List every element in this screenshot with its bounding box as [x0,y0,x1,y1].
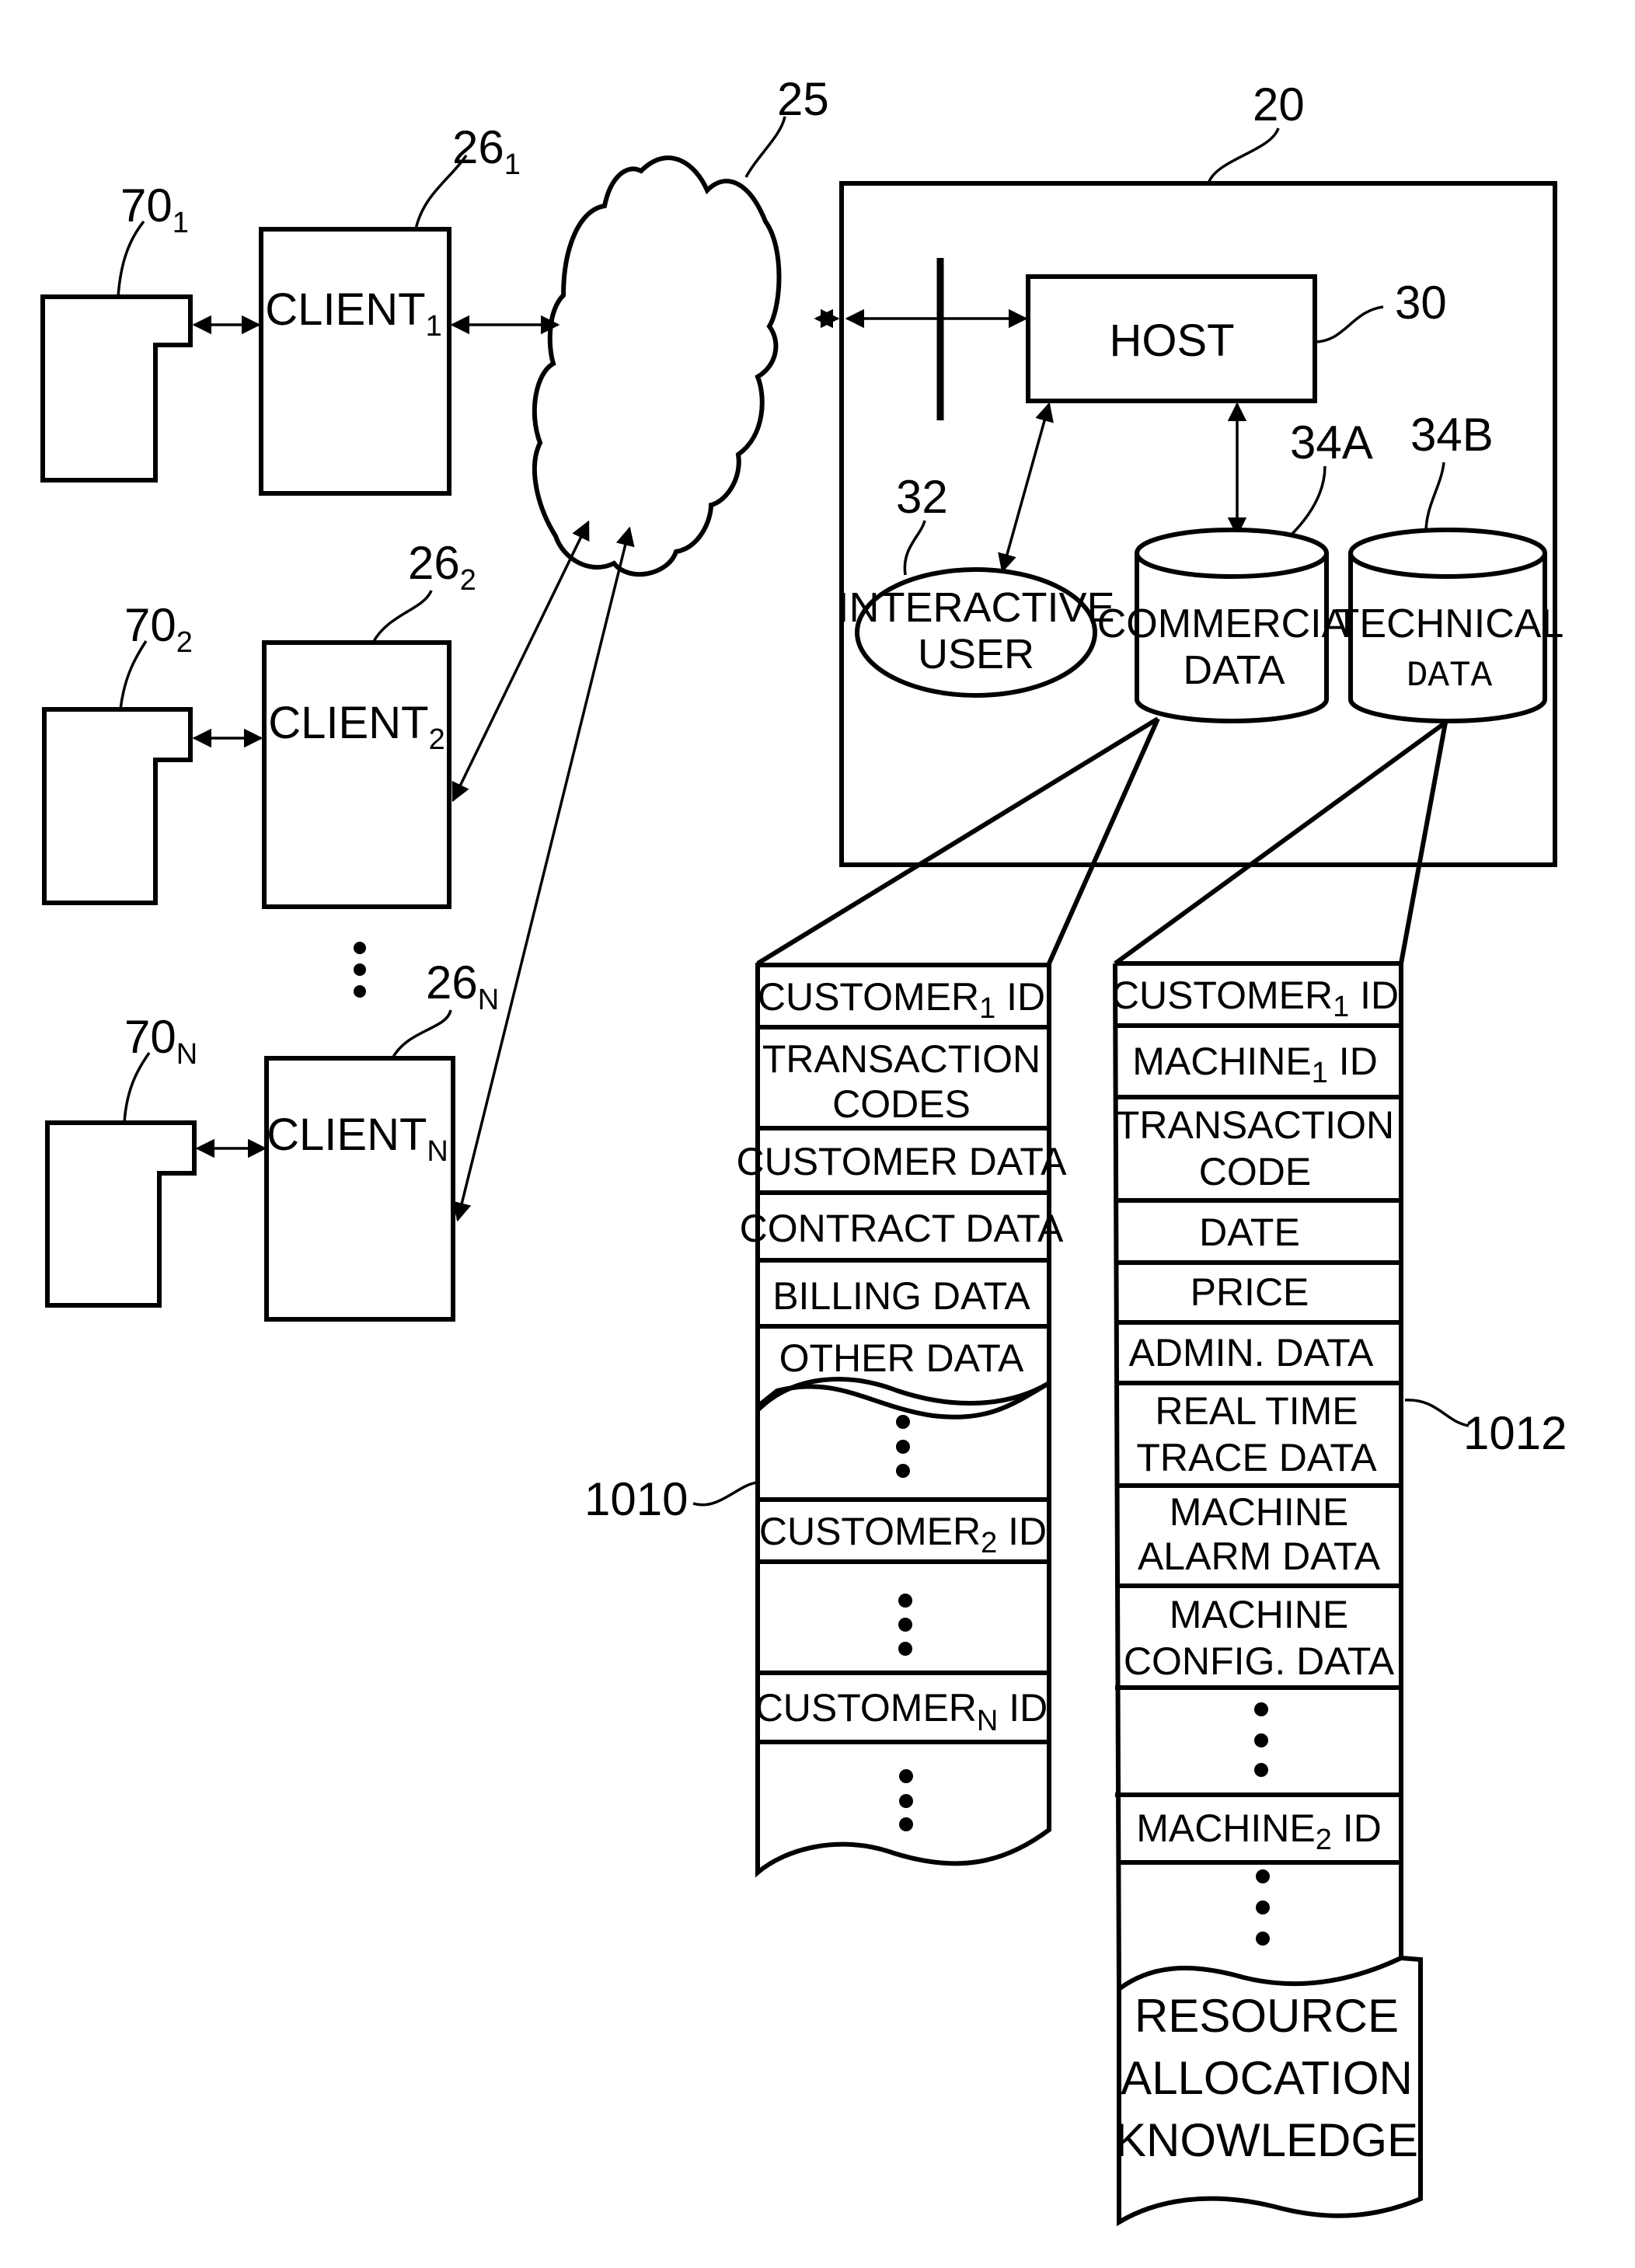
commercial-row-billing-data: BILLING DATA [772,1274,1030,1318]
ref-26-1: 261 [452,121,521,181]
client-1: CLIENT1 261 [259,121,521,496]
commercial-ellipsis-2 [898,1594,912,1656]
network-cloud: 25 [532,73,829,577]
commercial-row-contract-data: CONTRACT DATA [740,1207,1064,1250]
client-2: CLIENT2 262 [262,537,476,909]
commercial-row-customer-data: CUSTOMER DATA [736,1140,1067,1183]
technical-db-line2: DATA [1407,656,1493,696]
ref-20: 20 [1253,78,1305,131]
ref-26-2: 262 [408,537,476,597]
ref-30: 30 [1395,277,1447,329]
technical-row-alarm-line2: ALARM DATA [1138,1535,1381,1578]
technical-row-date: DATE [1199,1211,1300,1254]
technical-row-transaction-line1: TRANSACTION [1116,1103,1394,1147]
client-2-label: CLIENT2 [268,698,444,756]
commercial-row-other-data: OTHER DATA [779,1336,1024,1380]
technical-db-line1: TECHNICAL [1335,601,1564,646]
technical-ellipsis-1 [1254,1702,1268,1777]
commercial-row-customer1-id: CUSTOMER1 ID [758,975,1045,1025]
leader-1012 [1404,1399,1469,1427]
ref-70-1: 701 [120,179,189,239]
technical-row-config-line2: CONFIG. DATA [1124,1639,1395,1683]
commercial-row-transaction-line2: CODES [832,1082,971,1126]
system-diagram: 701 702 70N CLIENT1 261 CLIENT2 262 CLIE… [40,73,1567,2227]
technical-row-price: PRICE [1191,1270,1309,1314]
leader-70-2 [119,640,148,710]
leader-26-n [391,1009,452,1059]
interactive-user-line1: INTERACTIVE [837,584,1114,631]
commercial-ellipsis-1 [896,1415,910,1478]
system-20: 20 [839,78,1557,867]
technical-row-machine1-id: MACHINE1 ID [1132,1040,1378,1089]
client-n: CLIENTN 26N [264,956,499,1322]
device-n: 70N [45,1011,197,1308]
client-n-label: CLIENTN [267,1110,448,1168]
commercial-row-customer2-id: CUSTOMER2 ID [759,1510,1047,1559]
technical-row-resource-line2: ALLOCATION [1121,2052,1413,2104]
ref-26-n: 26N [426,956,499,1016]
commercial-row-customern-id: CUSTOMERN ID [755,1686,1048,1737]
ref-70-2: 702 [124,599,193,659]
device-1: 701 [40,179,193,483]
technical-ellipsis-2 [1256,1869,1270,1946]
technical-row-config-line1: MACHINE [1170,1593,1349,1636]
arrow-clientn-cloud [452,526,635,1222]
leader-20 [1207,127,1280,184]
leader-26-2 [371,590,433,643]
leader-70-1 [117,220,145,298]
technical-row-machine2-id: MACHINE2 ID [1136,1806,1382,1856]
technical-row-customer1-id: CUSTOMER1 ID [1111,974,1399,1023]
commercial-ellipsis-3 [899,1769,913,1831]
leader-1010 [692,1481,758,1507]
ref-34b: 34B [1410,409,1494,461]
ref-34a: 34A [1290,416,1373,469]
leader-25 [744,116,786,178]
commercial-db-line1: COMMERCIAL [1097,601,1371,646]
technical-row-resource-line3: KNOWLEDGE [1115,2114,1418,2166]
technical-record: CUSTOMER1 ID MACHINE1 ID TRANSACTION COD… [1111,961,1567,2227]
leader-70-n [123,1051,151,1124]
ref-70-n: 70N [124,1011,197,1071]
technical-row-realtime-line1: REAL TIME [1155,1389,1358,1433]
technical-row-transaction-line2: CODE [1199,1150,1311,1193]
commercial-db-line2: DATA [1184,648,1285,693]
device-2: 702 [42,599,193,905]
interactive-user-line2: USER [918,631,1034,678]
commercial-row-transaction-line1: TRANSACTION [762,1037,1041,1081]
host-label: HOST [1109,315,1234,366]
ref-1012: 1012 [1463,1407,1567,1459]
ref-32: 32 [896,471,948,523]
client-1-label: CLIENT1 [265,284,441,343]
technical-row-realtime-line2: TRACE DATA [1136,1436,1377,1479]
technical-row-admin-data: ADMIN. DATA [1129,1331,1374,1374]
clients-ellipsis [354,942,366,998]
technical-row-resource-line1: RESOURCE [1135,1990,1399,2042]
ref-1010: 1010 [584,1473,688,1525]
ref-25: 25 [777,73,829,125]
technical-row-alarm-line1: MACHINE [1170,1490,1349,1534]
commercial-record: CUSTOMER1 ID TRANSACTION CODES CUSTOMER … [584,963,1067,1878]
